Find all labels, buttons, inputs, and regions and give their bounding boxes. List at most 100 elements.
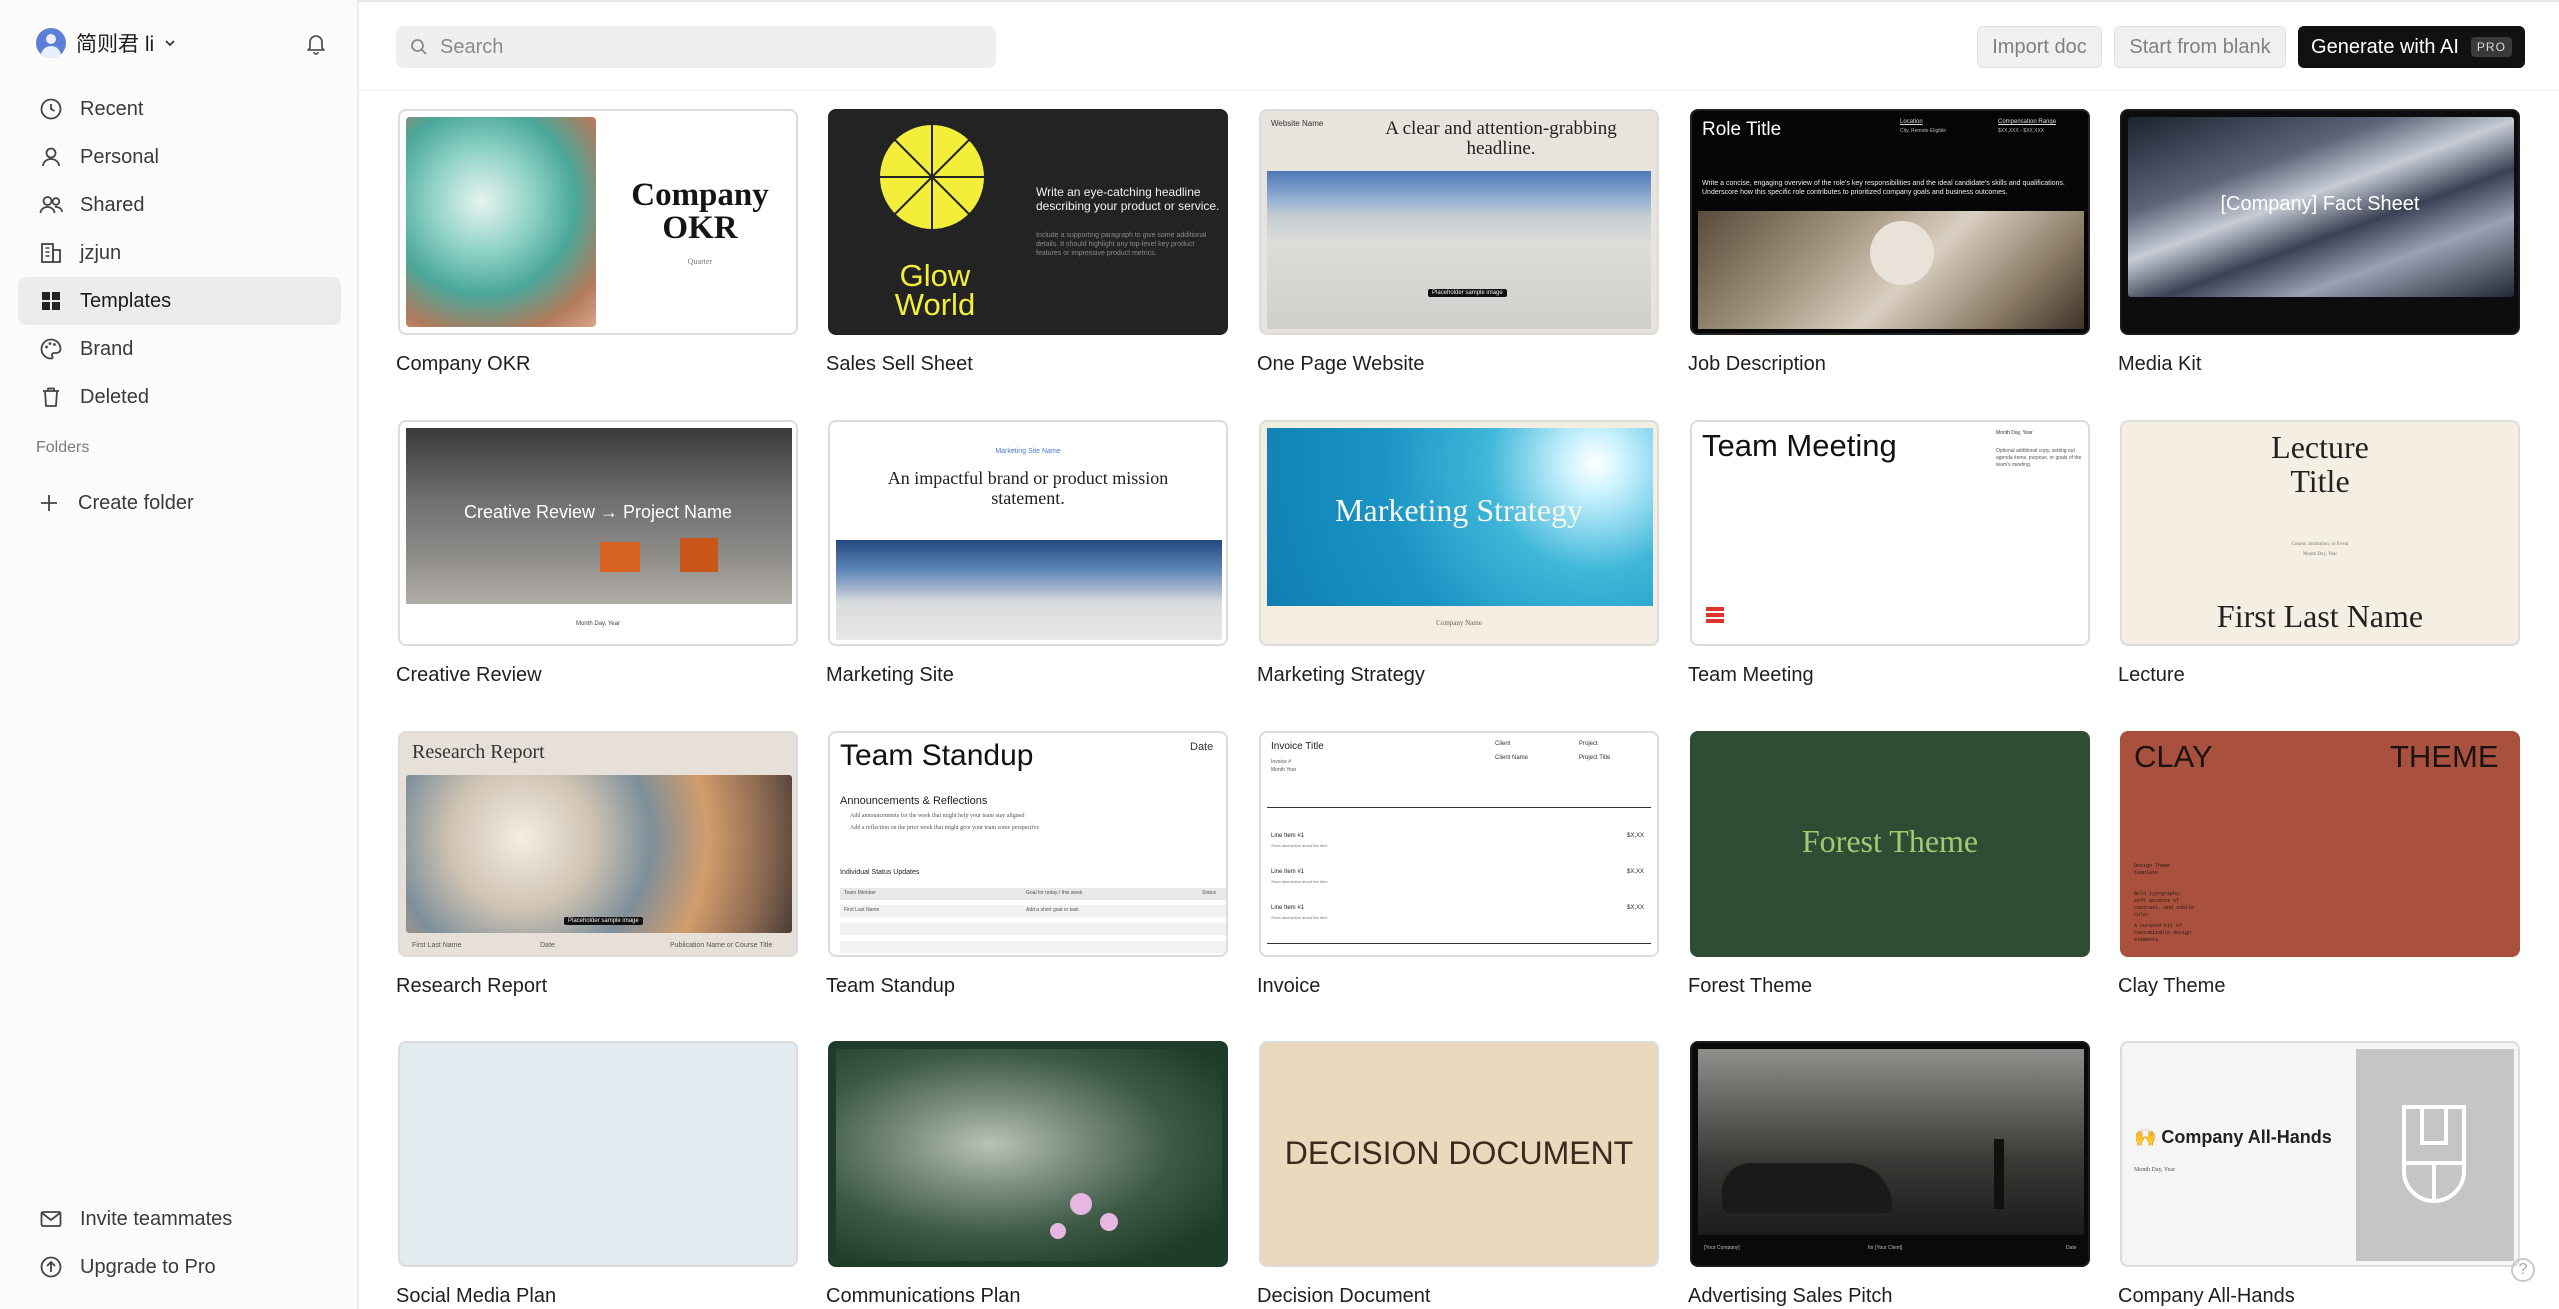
invoice-line-amount-1: $X,XX (1627, 833, 1645, 839)
invoice-line-desc-2: Short description about the item (1271, 879, 1328, 884)
okr-title-line1: Company (631, 177, 769, 213)
glow-line1: Glow (899, 258, 971, 293)
invoice-line-item-1: Line Item #1 (1271, 833, 1305, 839)
upgrade-button[interactable]: Upgrade to Pro (18, 1243, 341, 1291)
template-card-lecture[interactable]: Lecture Title Course, Institution, or Ev… (2118, 420, 2520, 686)
template-thumbnail[interactable]: CLAY THEME Design Theme template Bold ty… (2120, 731, 2520, 957)
template-thumbnail[interactable] (828, 1041, 1228, 1267)
pink-flower-3 (1050, 1223, 1066, 1239)
import-doc-button[interactable]: Import doc (1977, 26, 2102, 68)
template-label: Invoice (1257, 975, 1321, 997)
top-border (0, 0, 2559, 2)
template-card-team-standup[interactable]: Team Standup Date Announcements & Reflec… (826, 731, 1228, 997)
clay-note-1: Design Theme template (2134, 863, 2171, 876)
sidebar-item-label: Templates (80, 289, 172, 312)
template-thumbnail[interactable]: Glow World Write an eye-catching headlin… (828, 109, 1228, 335)
search-bar[interactable] (396, 26, 996, 68)
user-menu[interactable]: 简则君 li (36, 26, 176, 60)
template-card-team-meeting[interactable]: Team Meeting Month Day, Year Optional ad… (1688, 420, 2090, 686)
template-label: Creative Review (396, 664, 542, 686)
template-thumbnail[interactable]: Marketing Strategy Company Name (1259, 420, 1659, 646)
sidebar-item-personal[interactable]: Personal (18, 133, 341, 181)
topbar-divider (359, 90, 2559, 91)
help-button[interactable]: ? (2511, 1258, 2535, 1282)
generate-with-ai-button[interactable]: Generate with AI PRO (2298, 26, 2525, 68)
template-thumbnail[interactable]: Research Report Placeholder sample image… (398, 731, 798, 957)
clay-title-left: CLAY (2134, 739, 2213, 774)
template-thumbnail[interactable]: Role Title Location City, Remote Eligibl… (1690, 109, 2090, 335)
arrow-up-circle-icon (40, 1256, 62, 1278)
template-label: Sales Sell Sheet (826, 353, 973, 375)
template-label: Job Description (1688, 353, 1826, 375)
invite-teammates-button[interactable]: Invite teammates (18, 1195, 341, 1243)
template-card-forest-theme[interactable]: Forest Theme Forest Theme (1688, 731, 2090, 997)
mail-icon (40, 1211, 62, 1227)
template-thumbnail[interactable]: DECISION DOCUMENT (1259, 1041, 1659, 1267)
job-role-title: Role Title (1702, 119, 1782, 140)
template-card-communications-plan[interactable]: Communications Plan (826, 1041, 1228, 1307)
sidebar-item-brand[interactable]: Brand (18, 325, 341, 373)
sidebar-item-shared[interactable]: Shared (18, 181, 341, 229)
template-thumbnail[interactable]: Team Meeting Month Day, Year Optional ad… (1690, 420, 2090, 646)
template-card-company-okr[interactable]: Company OKR Quarter Company OKR (396, 109, 798, 375)
marketing-site-name: Marketing Site Name (995, 448, 1061, 455)
invoice-number: Invoice # (1271, 759, 1292, 765)
sidebar-item-recent[interactable]: Recent (18, 85, 341, 133)
create-folder-button[interactable]: Create folder (38, 483, 194, 523)
template-thumbnail[interactable]: Invoice Title Client Project Client Name… (1259, 731, 1659, 957)
template-card-social-media-plan[interactable]: Social Media Plan (396, 1041, 798, 1307)
template-card-sales-sell-sheet[interactable]: Glow World Write an eye-catching headlin… (826, 109, 1228, 375)
template-card-marketing-site[interactable]: Marketing Site Name An impactful brand o… (826, 420, 1228, 686)
pitch-date: Date (2066, 1245, 2077, 1251)
standup-bullet-2: Add a reflection on the prior week that … (850, 825, 1040, 831)
invoice-line-desc-1: Short description about the item (1271, 843, 1328, 848)
template-card-clay-theme[interactable]: CLAY THEME Design Theme template Bold ty… (2118, 731, 2520, 997)
template-card-job-description[interactable]: Role Title Location City, Remote Eligibl… (1688, 109, 2090, 375)
template-card-decision-document[interactable]: DECISION DOCUMENT Decision Document (1257, 1041, 1659, 1307)
template-thumbnail[interactable]: Company OKR Quarter (398, 109, 798, 335)
standup-individual: Individual Status Updates (840, 869, 920, 876)
creative-review-title: Creative Review → Project Name (463, 502, 733, 522)
create-folder-label: Create folder (78, 491, 194, 514)
template-thumbnail[interactable]: [Your Company] for [Your Client] Date (1690, 1041, 2090, 1267)
sidebar-item-templates[interactable]: Templates (18, 277, 341, 325)
bell-icon[interactable] (302, 29, 330, 57)
template-thumbnail[interactable]: Team Standup Date Announcements & Reflec… (828, 731, 1228, 957)
logo-icon (1706, 607, 1724, 623)
template-card-invoice[interactable]: Invoice Title Client Project Client Name… (1257, 731, 1659, 997)
grid-icon (42, 292, 60, 310)
template-thumbnail[interactable]: Forest Theme (1690, 731, 2090, 957)
template-thumbnail[interactable]: 🙌 Company All-Hands Month Day, Year (2120, 1041, 2520, 1267)
template-thumbnail[interactable]: Marketing Site Name An impactful brand o… (828, 420, 1228, 646)
template-thumbnail[interactable]: Lecture Title Course, Institution, or Ev… (2120, 420, 2520, 646)
clock-icon (40, 98, 62, 120)
template-thumbnail[interactable]: [Company] Fact Sheet (2120, 109, 2520, 335)
template-card-research-report[interactable]: Research Report Placeholder sample image… (396, 731, 798, 997)
template-thumbnail[interactable]: Website Name A clear and attention-grabb… (1259, 109, 1659, 335)
lecture-title-line1: Lecture (2271, 429, 2369, 465)
start-from-blank-button[interactable]: Start from blank (2114, 26, 2286, 68)
pink-flower-2 (1100, 1213, 1118, 1231)
template-label: Company OKR (396, 353, 531, 375)
template-card-company-all-hands[interactable]: 🙌 Company All-Hands Month Day, Year Comp… (2118, 1041, 2520, 1307)
template-card-one-page-website[interactable]: Website Name A clear and attention-grabb… (1257, 109, 1659, 375)
invoice-title: Invoice Title (1271, 741, 1324, 752)
sidebar-item-deleted[interactable]: Deleted (18, 373, 341, 421)
template-label: Marketing Strategy (1257, 664, 1425, 686)
lecture-author: First Last Name (2216, 598, 2424, 634)
team-meeting-title: Team Meeting (1702, 428, 1897, 463)
lecture-date: Month Day, Year (2302, 552, 2338, 557)
pro-badge: PRO (2470, 37, 2512, 57)
pink-flower-1 (1070, 1193, 1092, 1215)
template-label: Forest Theme (1688, 975, 1813, 997)
template-card-creative-review[interactable]: Creative Review → Project Name Month Day… (396, 420, 798, 686)
sidebar-item-jzjun[interactable]: jzjun (18, 229, 341, 277)
invoice-project-label: Project (1579, 741, 1598, 747)
template-thumbnail[interactable]: Creative Review → Project Name Month Day… (398, 420, 798, 646)
template-card-marketing-strategy[interactable]: Marketing Strategy Company Name Marketin… (1257, 420, 1659, 686)
search-input[interactable] (438, 34, 962, 60)
template-card-advertising-sales-pitch[interactable]: [Your Company] for [Your Client] Date Ad… (1688, 1041, 2090, 1307)
template-label: Research Report (396, 975, 548, 997)
template-thumbnail[interactable] (398, 1041, 798, 1267)
template-card-media-kit[interactable]: [Company] Fact Sheet Media Kit (2118, 109, 2520, 375)
